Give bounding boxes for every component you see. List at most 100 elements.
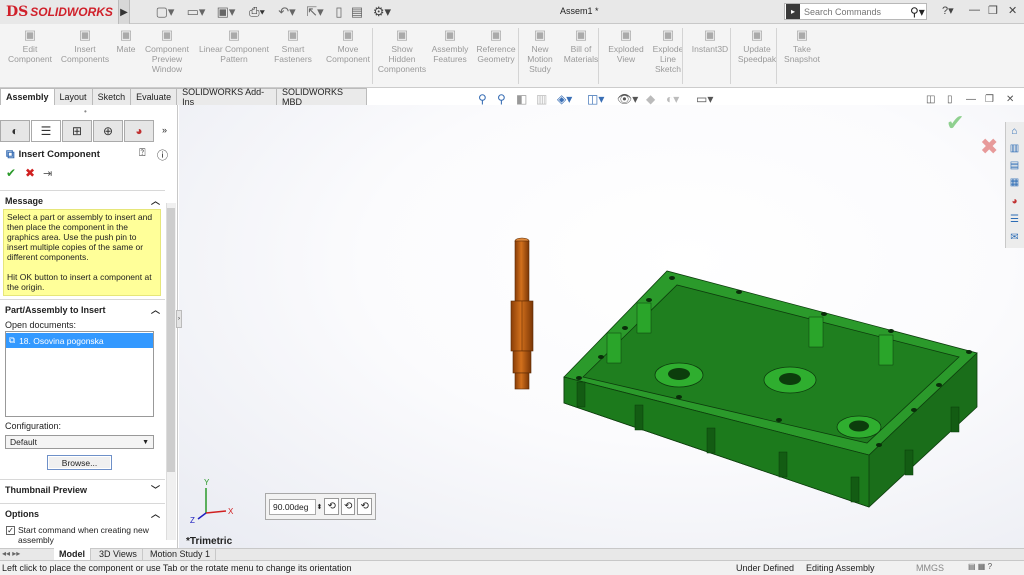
design-library-icon[interactable]: ▤	[1007, 158, 1022, 173]
display-manager-icon[interactable]: ◕	[124, 120, 154, 142]
tab-layout[interactable]: Layout	[53, 88, 93, 105]
tab-addins[interactable]: SOLIDWORKS Add-Ins	[176, 87, 278, 107]
command-fasteners-button[interactable]: ▣ Smart Fasteners	[274, 26, 312, 86]
file-properties-icon[interactable]: ▤	[350, 3, 364, 20]
zoom-to-fit-icon[interactable]: ⚲	[478, 92, 487, 106]
display-style-icon[interactable]: ◫▾	[587, 92, 604, 106]
command-exploded-view-button[interactable]: ▣ Exploded View	[606, 26, 646, 86]
command-speedpak-button[interactable]: ▣ Update Speedpak	[738, 26, 776, 86]
zoom-area-icon[interactable]: ⚲	[497, 92, 506, 106]
property-manager-icon[interactable]: ☰	[31, 120, 61, 142]
command-bom-button[interactable]: ▣ Bill of Materials	[562, 26, 600, 86]
status-units[interactable]: MMGS	[916, 563, 944, 573]
tab-assembly[interactable]: Assembly	[0, 88, 55, 105]
select-arrow-icon[interactable]: ⇱▾	[303, 3, 327, 20]
rebuild-icon[interactable]: ▯	[332, 3, 346, 20]
view-settings-icon[interactable]: ▭▾	[696, 92, 713, 106]
open-document-icon[interactable]: ▭▾	[182, 3, 210, 20]
search-commands-box[interactable]: ▸ ⚲▾	[784, 3, 927, 20]
panel-collapse-handle[interactable]: ›	[176, 310, 182, 328]
print-icon[interactable]: ⎙▾	[243, 3, 271, 20]
rotate-x-button[interactable]: ⟲	[324, 498, 339, 515]
viewport-split-icon[interactable]: ▯	[947, 94, 953, 105]
command-move-component-button[interactable]: ▣ Move Component	[322, 26, 374, 86]
command-linear-pattern-button[interactable]: ▣ Linear Component Pattern	[196, 26, 272, 86]
view-orientation-icon[interactable]: ◈▾	[557, 92, 572, 106]
tab-3d-views[interactable]: 3D Views	[94, 548, 143, 560]
viewport-minimize-icon[interactable]: —	[966, 94, 976, 105]
command-snapshot-button[interactable]: ▣ Take Snapshot	[782, 26, 822, 86]
panel-scrollbar-thumb[interactable]	[167, 208, 175, 472]
ok-check-icon[interactable]: ✔	[6, 166, 16, 180]
thumbnail-section-header[interactable]: Thumbnail Preview ﹀	[0, 479, 165, 499]
panel-scroll-arrow-icon[interactable]: »	[162, 125, 167, 135]
housing-component[interactable]	[563, 270, 978, 508]
message-section-header[interactable]: Message ︿	[0, 190, 165, 210]
resources-icon[interactable]: ▥	[1007, 141, 1022, 156]
whats-wrong-icon[interactable]: ⍰	[139, 147, 146, 160]
viewport-restore-icon[interactable]: ❐	[985, 94, 994, 105]
new-document-icon[interactable]: ▢▾	[150, 3, 180, 20]
command-instant3d-button[interactable]: ▣ Instant3D	[690, 26, 730, 86]
options-gear-icon[interactable]: ⚙▾	[369, 3, 395, 20]
edit-appearance-icon[interactable]: ◆	[646, 92, 655, 106]
push-pin-icon[interactable]: ⇥	[43, 167, 52, 180]
collapse-chevron-icon[interactable]: ︿	[151, 303, 160, 316]
custom-properties-icon[interactable]: ☰	[1007, 212, 1022, 227]
browse-button[interactable]: Browse...	[47, 455, 112, 470]
solidworks-logo[interactable]: DS SOLIDWORKS	[0, 0, 118, 24]
start-command-checkbox[interactable]: ✓	[6, 526, 15, 535]
spin-arrows-icon[interactable]: ⬍	[317, 503, 323, 511]
command-reference-geometry-button[interactable]: ▣ Reference Geometry	[474, 26, 518, 86]
viewport-close-icon[interactable]: ✕	[1006, 94, 1014, 105]
feature-tree-icon[interactable]: ◐	[0, 120, 30, 142]
tab-scroll-arrows-icon[interactable]: ◂◂ ▸▸	[2, 549, 20, 558]
tab-evaluate[interactable]: Evaluate	[130, 88, 178, 105]
command-show-hidden-button[interactable]: ▣ Show Hidden Components	[378, 26, 426, 86]
apply-scene-icon[interactable]: ◐▾	[666, 92, 679, 106]
rotate-y-button[interactable]: ⟲	[340, 498, 356, 515]
dimxpert-icon[interactable]: ⊕	[93, 120, 123, 142]
shaft-component[interactable]	[510, 237, 534, 390]
save-icon[interactable]: ▣▾	[212, 3, 240, 20]
list-item[interactable]: ⧉ 18. Osovina pogonska	[6, 333, 153, 348]
tab-mbd[interactable]: SOLIDWORKS MBD	[276, 87, 367, 107]
configuration-manager-icon[interactable]: ⊞	[62, 120, 92, 142]
command-assembly-features-button[interactable]: ▣ Assembly Features	[430, 26, 470, 86]
viewport-tile-icon[interactable]: ◫	[926, 94, 935, 105]
command-motion-study-button[interactable]: ▣ New Motion Study	[524, 26, 556, 86]
section-view-icon[interactable]: ▥	[536, 92, 547, 106]
undo-icon[interactable]: ↶▾	[273, 3, 301, 20]
tab-model[interactable]: Model	[54, 548, 91, 560]
file-explorer-icon[interactable]: ▦	[1007, 175, 1022, 190]
command-preview-window-button[interactable]: ▣ Component Preview Window	[142, 26, 192, 86]
command-insert-components-button[interactable]: ▣ Insert Components	[60, 26, 110, 86]
previous-view-icon[interactable]: ◧	[516, 92, 527, 106]
command-explode-line-button[interactable]: ▣ Explode Line Sketch	[650, 26, 686, 86]
close-window-icon[interactable]: ✕	[1008, 4, 1017, 17]
help-icon[interactable]: ?▾	[942, 4, 954, 17]
rotate-angle-input[interactable]: 90.00deg	[269, 498, 316, 515]
search-icon[interactable]: ⚲▾	[910, 5, 925, 19]
part-assembly-section-header[interactable]: Part/Assembly to Insert ︿	[0, 299, 165, 319]
forum-icon[interactable]: ✉	[1007, 230, 1022, 245]
search-commands-input[interactable]	[804, 6, 908, 17]
minimize-window-icon[interactable]: —	[969, 4, 980, 16]
panel-splitter-dot[interactable]: •	[84, 107, 87, 116]
home-icon[interactable]: ⌂	[1007, 124, 1022, 139]
collapse-chevron-icon[interactable]: ︿	[151, 507, 160, 520]
appearances-icon[interactable]: ◕	[1007, 194, 1022, 209]
pm-help-icon[interactable]: ⓘ	[157, 147, 168, 163]
expand-chevron-icon[interactable]: ﹀	[151, 483, 160, 496]
command-mate-button[interactable]: ▣ Mate	[114, 26, 138, 86]
tab-motion-study[interactable]: Motion Study 1	[145, 548, 217, 560]
cancel-x-icon[interactable]: ✖	[25, 166, 35, 180]
options-section-header[interactable]: Options ︿	[0, 503, 165, 523]
restore-window-icon[interactable]: ❐	[988, 4, 998, 17]
command-edit-component-button[interactable]: ▣ Edit Component	[8, 26, 52, 86]
configuration-select[interactable]: Default ▼	[5, 435, 154, 449]
tab-sketch[interactable]: Sketch	[91, 88, 132, 105]
menu-expand-arrow-icon[interactable]: ▶	[118, 0, 130, 24]
collapse-chevron-icon[interactable]: ︿	[151, 194, 160, 207]
status-icons[interactable]: ▤ ▦ ?	[968, 562, 992, 571]
